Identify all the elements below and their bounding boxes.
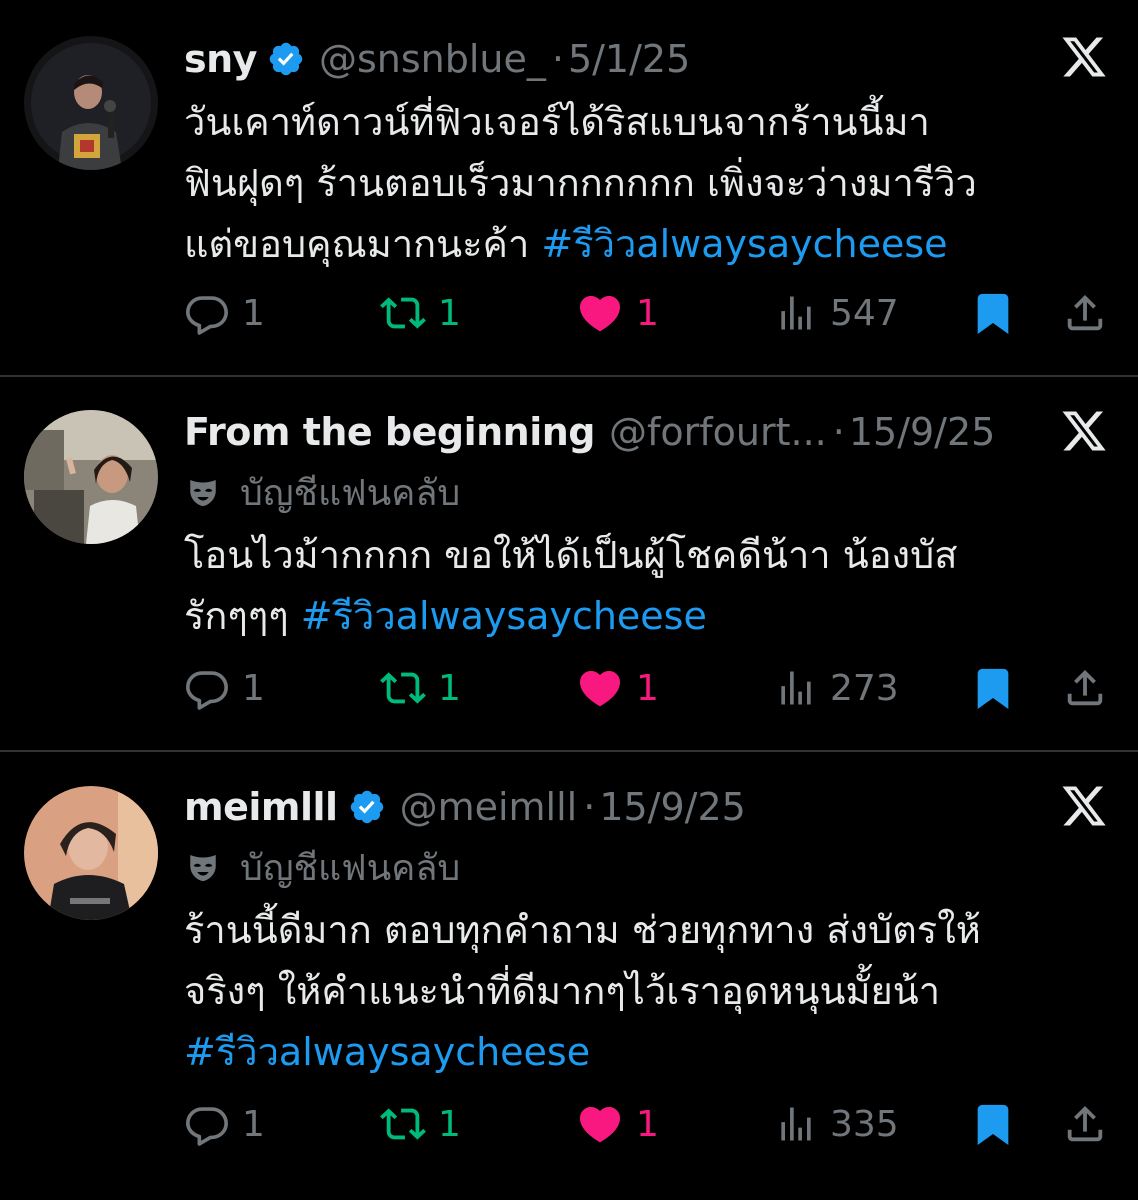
fanclub-label: บัญชีแฟนคลับ — [186, 469, 460, 515]
tweet-text-line: รักๆๆๆ #รีวิวalwaysaycheese — [184, 586, 1094, 647]
like-button[interactable]: 1 — [576, 1098, 659, 1150]
verified-badge-icon — [267, 40, 305, 78]
retweet-button[interactable]: 1 — [380, 1098, 461, 1150]
reply-count: 1 — [242, 1103, 265, 1145]
retweet-count: 1 — [438, 1103, 461, 1145]
tweet-text-line: โอนไวม้ากกกก ขอให้ได้เป็นผู้โชคดีน้าา น้… — [184, 533, 958, 577]
tweet-text-line: ร้านนี้ดีมาก ตอบทุกคำถาม ช่วยทุกทาง ส่งบ… — [184, 908, 981, 952]
tweet-text: ร้านนี้ดีมาก ตอบทุกคำถาม ช่วยทุกทาง ส่งบ… — [184, 900, 1094, 1083]
tweet-card[interactable]: meimlll @meimlll · 15/9/25 บัญชีแฟนคลับ … — [0, 752, 1138, 1200]
reply-count: 1 — [242, 292, 265, 334]
bookmark-button[interactable] — [970, 662, 1016, 714]
reply-button[interactable]: 1 — [184, 662, 265, 714]
share-icon — [1062, 1101, 1108, 1147]
reply-icon — [184, 665, 230, 711]
user-handle[interactable]: @snsnblue_ — [319, 37, 546, 81]
views-count: 335 — [830, 1103, 899, 1145]
views-icon — [774, 1102, 818, 1146]
like-button[interactable]: 1 — [576, 287, 659, 339]
hashtag-link[interactable]: #รีวิวalwaysaycheese — [541, 222, 947, 266]
like-count: 1 — [636, 292, 659, 334]
bookmark-icon — [970, 1101, 1016, 1147]
views-button[interactable]: 335 — [774, 1098, 899, 1150]
like-count: 1 — [636, 667, 659, 709]
tweet-text-line: ฟินฝุดๆ ร้านตอบเร็วมากกกกกก เพิ่งจะว่างม… — [184, 161, 977, 205]
tweet-date[interactable]: 15/9/25 — [599, 785, 746, 829]
display-name[interactable]: From the beginning — [184, 410, 596, 454]
reply-icon — [184, 1101, 230, 1147]
like-button[interactable]: 1 — [576, 662, 659, 714]
display-name[interactable]: sny — [184, 37, 257, 81]
tweet-text: วันเคาท์ดาวน์ที่ฟิวเจอร์ได้ริสแบนจากร้าน… — [184, 92, 1094, 275]
separator-dot: · — [583, 785, 596, 829]
bookmark-icon — [970, 290, 1016, 336]
tweet-text: โอนไวม้ากกกก ขอให้ได้เป็นผู้โชคดีน้าา น้… — [184, 525, 1094, 647]
x-logo-icon — [1060, 782, 1108, 830]
like-count: 1 — [636, 1103, 659, 1145]
fanclub-label-text: บัญชีแฟนคลับ — [240, 472, 461, 514]
tweet-date[interactable]: 5/1/25 — [568, 37, 690, 81]
tweet-header: meimlll @meimlll · 15/9/25 — [184, 782, 746, 832]
reply-count: 1 — [242, 667, 265, 709]
tweet-header: From the beginning @forfourt... · 15/9/2… — [184, 407, 995, 457]
user-handle[interactable]: @meimlll — [400, 785, 578, 829]
tweet-text-fragment: รักๆๆๆ — [184, 594, 289, 638]
avatar[interactable] — [24, 36, 158, 170]
tweet-date[interactable]: 15/9/25 — [849, 410, 996, 454]
views-button[interactable]: 547 — [774, 287, 899, 339]
mask-icon — [186, 850, 220, 884]
bookmark-icon — [970, 665, 1016, 711]
retweet-icon — [380, 1101, 426, 1147]
tweet-text-line: แต่ขอบคุณมากนะค้า #รีวิวalwaysaycheese — [184, 214, 1094, 275]
separator-dot: · — [832, 410, 845, 454]
avatar[interactable] — [24, 786, 158, 920]
tweet-text-fragment: แต่ขอบคุณมากนะค้า — [184, 222, 530, 266]
avatar[interactable] — [24, 410, 158, 544]
retweet-count: 1 — [438, 292, 461, 334]
reply-button[interactable]: 1 — [184, 1098, 265, 1150]
separator-dot: · — [551, 37, 564, 81]
tweet-actions: 1 1 1 273 — [184, 662, 1108, 714]
retweet-button[interactable]: 1 — [380, 662, 461, 714]
views-count: 273 — [830, 667, 899, 709]
heart-icon — [576, 289, 624, 337]
share-button[interactable] — [1062, 287, 1108, 339]
tweet-card[interactable]: From the beginning @forfourt... · 15/9/2… — [0, 377, 1138, 750]
heart-icon — [576, 664, 624, 712]
retweet-button[interactable]: 1 — [380, 287, 461, 339]
hashtag-link[interactable]: #รีวิวalwaysaycheese — [301, 594, 707, 638]
share-button[interactable] — [1062, 1098, 1108, 1150]
tweet-actions: 1 1 1 335 — [184, 1098, 1108, 1150]
tweet-text-line: จริงๆ ให้คำแนะนำที่ดีมากๆไว้เราอุดหนุนมั… — [184, 969, 941, 1013]
retweet-icon — [380, 665, 426, 711]
views-count: 547 — [830, 292, 899, 334]
retweet-count: 1 — [438, 667, 461, 709]
tweet-actions: 1 1 1 547 — [184, 287, 1108, 339]
share-button[interactable] — [1062, 662, 1108, 714]
views-button[interactable]: 273 — [774, 662, 899, 714]
display-name[interactable]: meimlll — [184, 785, 338, 829]
retweet-icon — [380, 290, 426, 336]
tweet-card[interactable]: sny @snsnblue_ · 5/1/25 วันเคาท์ดาวน์ที่… — [0, 0, 1138, 375]
verified-badge-icon — [348, 788, 386, 826]
views-icon — [774, 666, 818, 710]
user-handle[interactable]: @forfourt... — [609, 410, 827, 454]
reply-icon — [184, 290, 230, 336]
hashtag-link[interactable]: #รีวิวalwaysaycheese — [184, 1022, 1094, 1083]
tweet-header: sny @snsnblue_ · 5/1/25 — [184, 34, 690, 84]
share-icon — [1062, 290, 1108, 336]
bookmark-button[interactable] — [970, 287, 1016, 339]
bookmark-button[interactable] — [970, 1098, 1016, 1150]
mask-icon — [186, 475, 220, 509]
reply-button[interactable]: 1 — [184, 287, 265, 339]
fanclub-label-text: บัญชีแฟนคลับ — [240, 847, 461, 889]
x-logo-icon — [1060, 33, 1108, 81]
share-icon — [1062, 665, 1108, 711]
tweet-text-line: วันเคาท์ดาวน์ที่ฟิวเจอร์ได้ริสแบนจากร้าน… — [184, 100, 930, 144]
x-logo-icon — [1060, 407, 1108, 455]
views-icon — [774, 291, 818, 335]
heart-icon — [576, 1100, 624, 1148]
fanclub-label: บัญชีแฟนคลับ — [186, 844, 460, 890]
